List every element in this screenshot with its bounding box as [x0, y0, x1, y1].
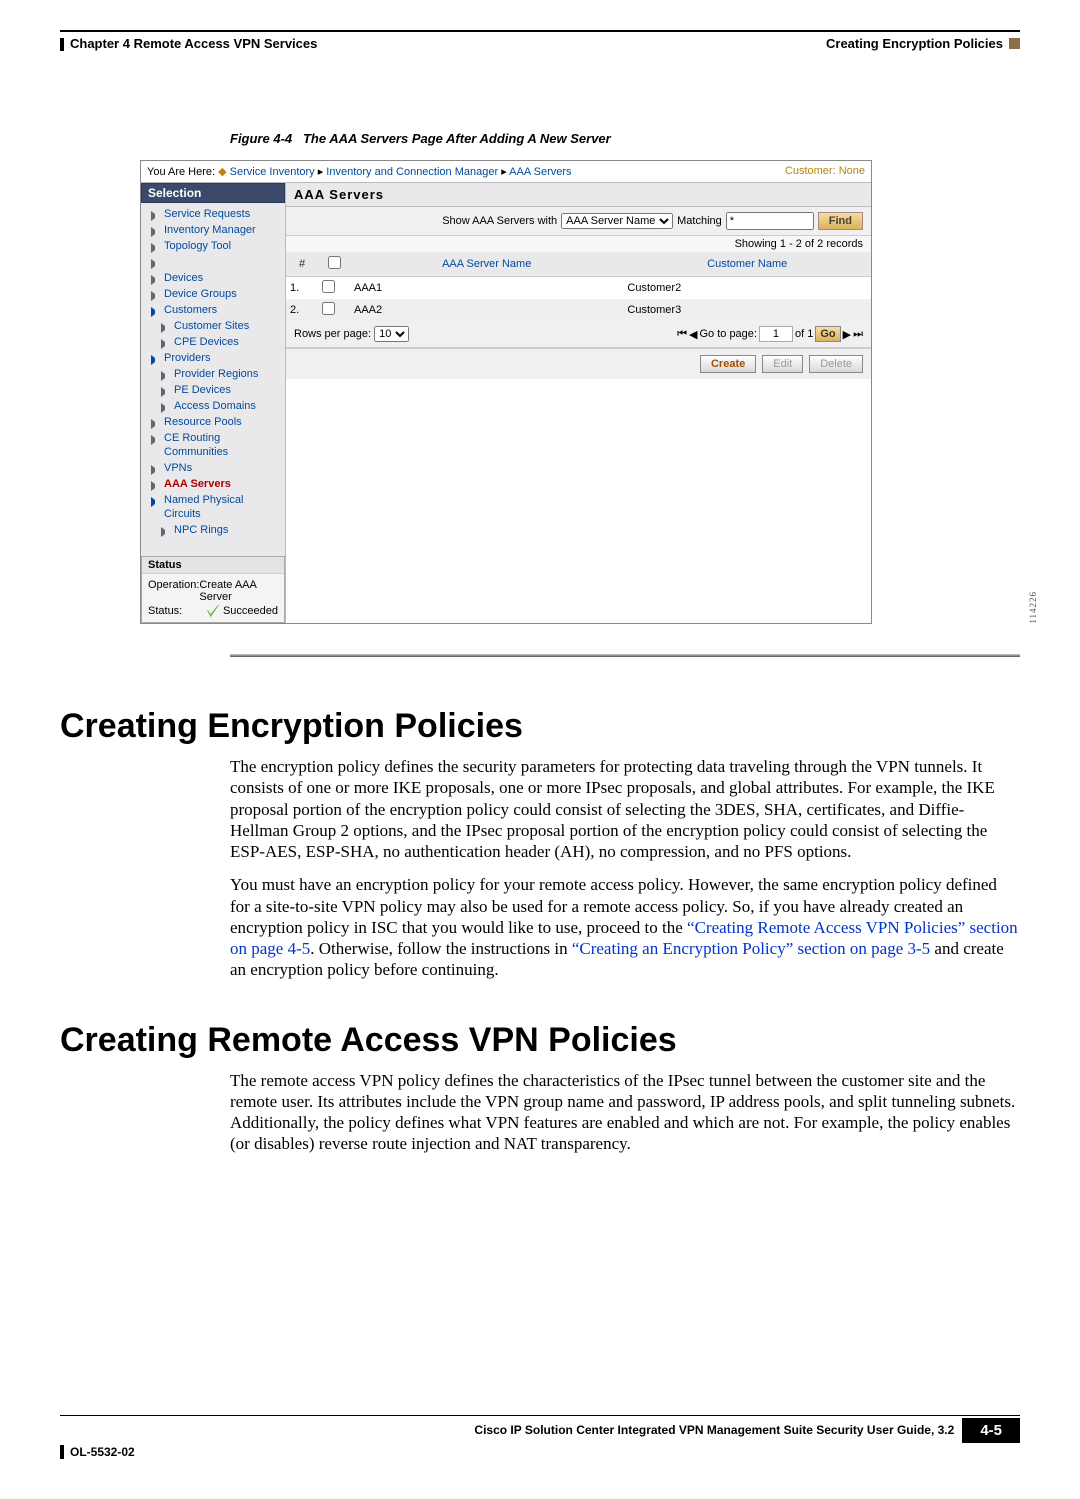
sidebar-item[interactable]: Providers: [145, 350, 281, 366]
sidebar-subitem[interactable]: PE Devices: [145, 382, 281, 398]
section-body-ravpn: The remote access VPN policy defines the…: [230, 1070, 1020, 1155]
row-checkbox[interactable]: [322, 280, 335, 293]
aaa-servers-screenshot: You Are Here: ◆ Service Inventory ▸ Inve…: [140, 160, 872, 624]
customer-value: None: [839, 165, 865, 177]
page-footer: Cisco IP Solution Center Integrated VPN …: [60, 1415, 1020, 1460]
col-server-name[interactable]: AAA Server Name: [350, 252, 623, 277]
chevron-right-icon: [151, 497, 159, 507]
crumb-service-inventory[interactable]: Service Inventory: [230, 166, 315, 178]
sidebar-item[interactable]: Customers: [145, 302, 281, 318]
sidebar-item[interactable]: Devices: [145, 270, 281, 286]
sidebar-item[interactable]: Inventory Manager: [145, 222, 281, 238]
sidebar-subitem[interactable]: NPC Rings: [145, 522, 281, 538]
selection-header: Selection: [141, 183, 285, 203]
rows-per-page-select[interactable]: 10: [374, 326, 409, 342]
sidebar-item[interactable]: Service Requests: [145, 206, 281, 222]
arrow-icon: [151, 211, 159, 221]
section-body-encryption: The encryption policy defines the securi…: [230, 756, 1020, 981]
crumb-aaa-servers[interactable]: AAA Servers: [509, 166, 571, 178]
figure-caption: Figure 4-4 The AAA Servers Page After Ad…: [230, 131, 1020, 146]
chapter-label: Chapter 4 Remote Access VPN Services: [70, 36, 317, 51]
sidebar: Selection Service RequestsInventory Mana…: [141, 183, 286, 623]
section-title-ravpn: Creating Remote Access VPN Policies: [60, 1021, 1020, 1060]
arrow-icon: [161, 527, 169, 537]
goto-page-input[interactable]: [759, 326, 793, 342]
header-rule: [60, 30, 1020, 32]
find-button[interactable]: Find: [818, 212, 863, 230]
table-row[interactable]: 2.AAA2Customer3: [286, 299, 871, 321]
arrow-icon: [151, 465, 159, 475]
section-title-encryption: Creating Encryption Policies: [60, 707, 1020, 746]
first-page-icon[interactable]: ⏮: [677, 328, 687, 341]
status-operation: Create AAA Server: [199, 579, 278, 603]
section-right: Creating Encryption Policies: [826, 36, 1003, 51]
last-page-icon[interactable]: ⏭: [853, 328, 863, 341]
arrow-icon: [161, 371, 169, 381]
row-checkbox[interactable]: [322, 302, 335, 315]
filter-field-select[interactable]: AAA Server Name: [561, 213, 673, 229]
figure-side-number: 114226: [1028, 591, 1038, 624]
sidebar-item[interactable]: Device Groups: [145, 286, 281, 302]
sidebar-subitem[interactable]: Provider Regions: [145, 366, 281, 382]
prev-page-icon[interactable]: ◀: [689, 328, 697, 341]
arrow-icon: [151, 291, 159, 301]
sidebar-subitem[interactable]: Customer Sites: [145, 318, 281, 334]
breadcrumb: You Are Here: ◆ Service Inventory ▸ Inve…: [141, 161, 871, 183]
main-panel: AAA Servers Show AAA Servers with AAA Se…: [286, 183, 871, 623]
status-value: Succeeded: [223, 605, 278, 617]
panel-title: AAA Servers: [286, 183, 871, 207]
chevron-right-icon: [151, 355, 159, 365]
section-divider: [230, 654, 1020, 657]
create-button[interactable]: Create: [700, 355, 756, 373]
sidebar-item[interactable]: CE Routing Communities: [145, 430, 281, 460]
sidebar-item[interactable]: Topology Tool: [145, 238, 281, 254]
arrow-icon: [161, 339, 169, 349]
arrow-icon: [151, 419, 159, 429]
table-row[interactable]: 1.AAA1Customer2: [286, 277, 871, 300]
arrow-icon: [151, 275, 159, 285]
sidebar-item[interactable]: AAA Servers: [145, 476, 281, 492]
arrow-icon: [161, 403, 169, 413]
chevron-right-icon: [151, 307, 159, 317]
screenshot-wrapper: You Are Here: ◆ Service Inventory ▸ Inve…: [60, 160, 1020, 624]
sidebar-item[interactable]: Resource Pools: [145, 414, 281, 430]
filter-toolbar: Show AAA Servers with AAA Server Name Ma…: [286, 207, 871, 236]
running-header: Chapter 4 Remote Access VPN Services Cre…: [60, 36, 1020, 51]
arrow-icon: [161, 387, 169, 397]
footer-page-number: 4-5: [962, 1418, 1020, 1443]
arrow-icon: [161, 323, 169, 333]
sidebar-item[interactable]: Named Physical Circuits: [145, 492, 281, 522]
select-all-checkbox[interactable]: [328, 256, 341, 269]
link-creating-enc-policy[interactable]: “Creating an Encryption Policy” section …: [572, 939, 930, 958]
arrow-icon: [151, 435, 159, 445]
sidebar-item[interactable]: [145, 254, 281, 270]
delete-button[interactable]: Delete: [809, 355, 863, 373]
crumb-inventory-conn-mgr[interactable]: Inventory and Connection Manager: [326, 166, 498, 178]
sidebar-item[interactable]: VPNs: [145, 460, 281, 476]
col-customer-name[interactable]: Customer Name: [623, 252, 871, 277]
arrow-icon: [151, 481, 159, 491]
next-page-icon[interactable]: ▶: [843, 328, 851, 341]
sidebar-subitem[interactable]: Access Domains: [145, 398, 281, 414]
sidebar-subitem[interactable]: CPE Devices: [145, 334, 281, 350]
arrow-icon: [151, 259, 159, 269]
aaa-servers-table: # AAA Server Name Customer Name 1.AAA1Cu…: [286, 252, 871, 321]
footer-docnum: OL-5532-02: [70, 1445, 135, 1459]
records-info: Showing 1 - 2 of 2 records: [286, 236, 871, 252]
edit-button[interactable]: Edit: [762, 355, 803, 373]
go-button[interactable]: Go: [815, 326, 840, 342]
filter-input[interactable]: [726, 212, 814, 230]
status-panel: Status Operation: Create AAA Server Stat…: [141, 556, 285, 623]
action-bar: Create Edit Delete: [286, 348, 871, 379]
arrow-icon: [151, 243, 159, 253]
status-header: Status: [142, 557, 284, 574]
header-square-icon: [1009, 38, 1020, 49]
success-icon: [207, 605, 219, 617]
arrow-icon: [151, 227, 159, 237]
pager: Rows per page: 10 ⏮ ◀ Go to page: of 1 G…: [286, 321, 871, 348]
footer-guide: Cisco IP Solution Center Integrated VPN …: [60, 1423, 962, 1437]
